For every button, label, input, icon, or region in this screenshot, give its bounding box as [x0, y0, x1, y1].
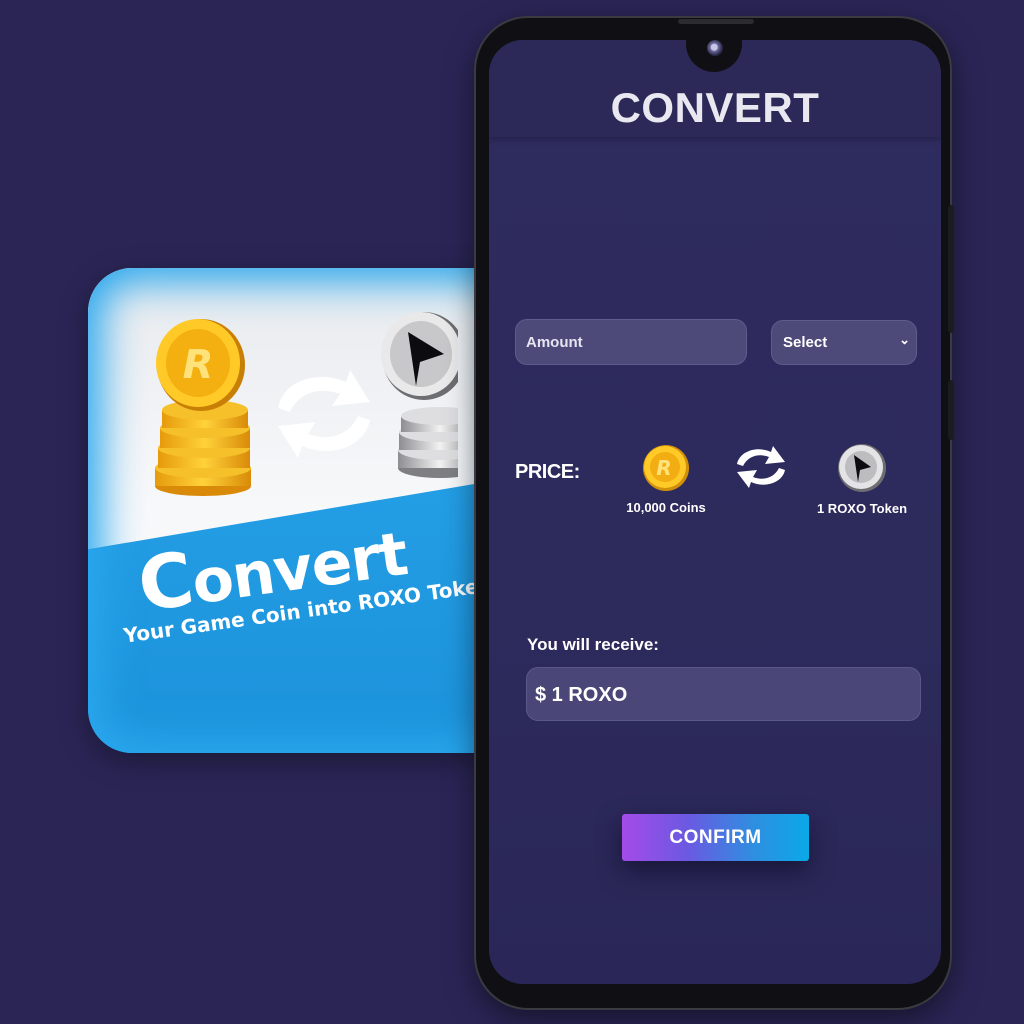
receive-label: You will receive:	[527, 635, 659, 654]
roxo-token-icon	[838, 444, 886, 492]
currency-select[interactable]: Select ⌄	[771, 320, 917, 365]
svg-text:R: R	[656, 456, 671, 480]
currency-select-value: Select	[783, 334, 828, 351]
chevron-down-icon: ⌄	[899, 332, 910, 347]
gold-coin-stack-icon: R	[155, 319, 251, 496]
promo-card: R Convert Your Game Coin into ROXO Token	[88, 268, 518, 753]
camera-icon	[707, 40, 723, 56]
phone-power-button	[948, 380, 954, 440]
price-from-caption: 10,000 Coins	[626, 500, 706, 515]
amount-input[interactable]	[515, 319, 747, 365]
gold-coin-icon: R	[643, 445, 689, 491]
receive-field: $ 1 ROXO	[526, 667, 921, 721]
phone-volume-button	[948, 205, 954, 333]
phone-speaker	[678, 19, 754, 24]
silver-token-stack-icon	[381, 312, 458, 478]
phone-screen: CONVERT Select ⌄ PRICE: R 10,000 Coins 1…	[489, 40, 941, 984]
promo-coins-illustration: R	[155, 312, 458, 496]
receive-value: $ 1 ROXO	[535, 684, 628, 706]
swap-arrows-icon	[278, 370, 370, 458]
swap-arrows-icon	[737, 446, 785, 488]
page-title: CONVERT	[610, 84, 820, 131]
confirm-button[interactable]: CONFIRM	[622, 814, 809, 861]
price-to-caption: 1 ROXO Token	[816, 501, 908, 516]
price-label: PRICE:	[515, 461, 580, 483]
svg-text:R: R	[183, 342, 214, 388]
